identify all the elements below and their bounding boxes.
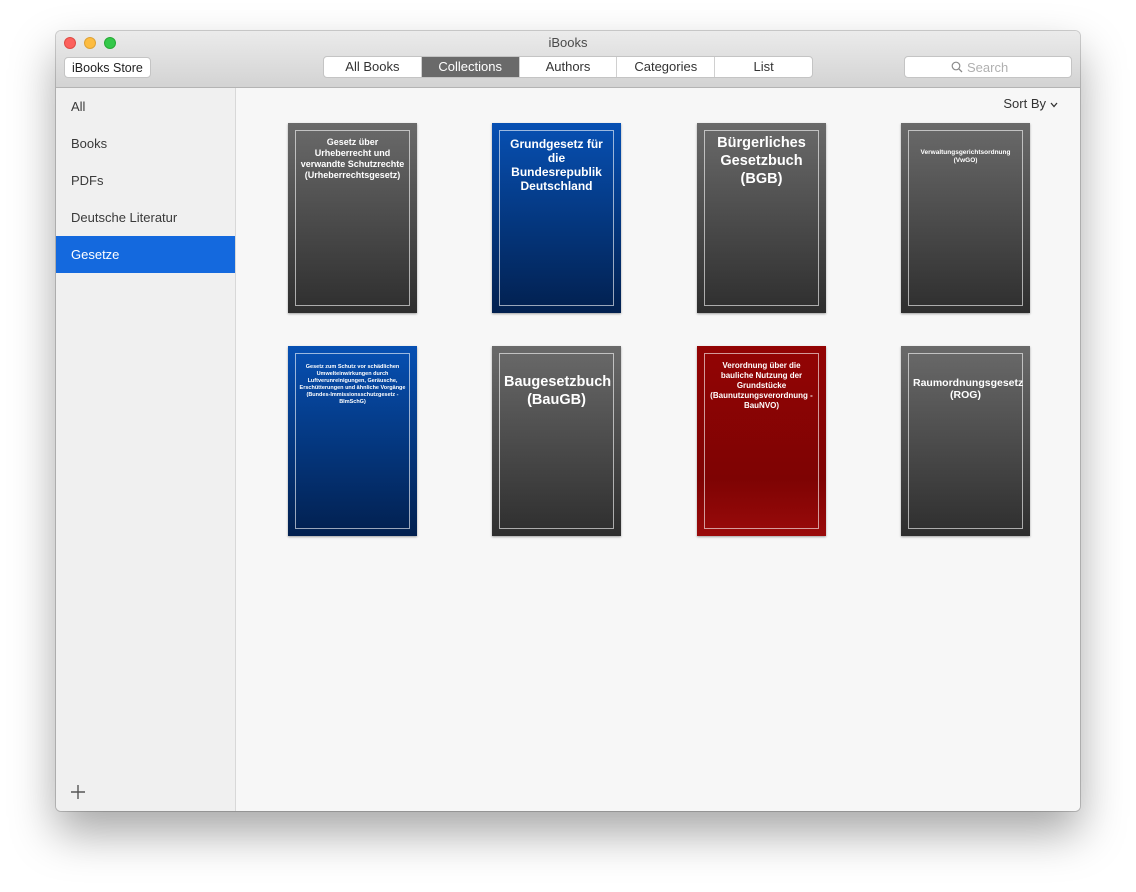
sort-by-menu[interactable]: Sort By	[1003, 96, 1058, 111]
tab-collections[interactable]: Collections	[421, 57, 520, 77]
book-cover[interactable]: Grundgesetz für die Bundesrepublik Deuts…	[492, 123, 621, 313]
book-cover[interactable]: Verwaltungsgerichtsordnung (VwGO)	[901, 123, 1030, 313]
ibooks-window: iBooks iBooks Store All Books Collection…	[56, 31, 1080, 811]
sidebar-item-all[interactable]: All	[56, 88, 235, 125]
book-cover[interactable]: Gesetz zum Schutz vor schädlichen Umwelt…	[288, 346, 417, 536]
sort-by-label: Sort By	[1003, 96, 1046, 111]
plus-icon[interactable]	[70, 784, 86, 800]
sidebar: All Books PDFs Deutsche Literatur Gesetz…	[56, 88, 236, 811]
search-input[interactable]	[967, 58, 1067, 76]
search-icon	[951, 61, 963, 73]
book-title: Gesetz über Urheberrecht und verwandte S…	[300, 137, 405, 180]
book-title: Baugesetzbuch (BauGB)	[504, 374, 612, 408]
book-title: Raumordnungsgesetz (ROG)	[913, 377, 1024, 401]
tab-all-books[interactable]: All Books	[324, 57, 422, 77]
view-segmented-control: All Books Collections Authors Categories…	[323, 56, 813, 78]
sidebar-item-gesetze[interactable]: Gesetze	[56, 236, 235, 273]
book-cover[interactable]: Raumordnungsgesetz (ROG)	[901, 346, 1030, 536]
ibooks-store-button[interactable]: iBooks Store	[64, 57, 151, 78]
sidebar-item-deutsche-literatur[interactable]: Deutsche Literatur	[56, 199, 235, 236]
book-cover[interactable]: Bürgerliches Gesetzbuch (BGB)	[697, 123, 826, 313]
title-bar: iBooks iBooks Store All Books Collection…	[56, 31, 1080, 88]
window-title: iBooks	[548, 35, 588, 50]
book-title: Grundgesetz für die Bundesrepublik Deuts…	[510, 137, 603, 193]
book-cover[interactable]: Verordnung über die bauliche Nutzung der…	[697, 346, 826, 536]
book-title: Bürgerliches Gesetzbuch (BGB)	[717, 135, 806, 187]
sidebar-item-pdfs[interactable]: PDFs	[56, 162, 235, 199]
book-title: Verordnung über die bauliche Nutzung der…	[710, 361, 813, 410]
chevron-down-icon	[1050, 102, 1058, 108]
book-title: Gesetz zum Schutz vor schädlichen Umwelt…	[299, 364, 406, 405]
book-cover[interactable]: Baugesetzbuch (BauGB)	[492, 346, 621, 536]
book-cover[interactable]: Gesetz über Urheberrecht und verwandte S…	[288, 123, 417, 313]
collection-content: Sort By Gesetz über Urheberrecht und ver…	[236, 88, 1080, 811]
tab-authors[interactable]: Authors	[520, 57, 618, 77]
tab-list[interactable]: List	[715, 57, 812, 77]
search-field[interactable]	[904, 56, 1072, 78]
book-title: Verwaltungsgerichtsordnung (VwGO)	[920, 149, 1011, 164]
sidebar-item-books[interactable]: Books	[56, 125, 235, 162]
tab-categories[interactable]: Categories	[617, 57, 716, 77]
